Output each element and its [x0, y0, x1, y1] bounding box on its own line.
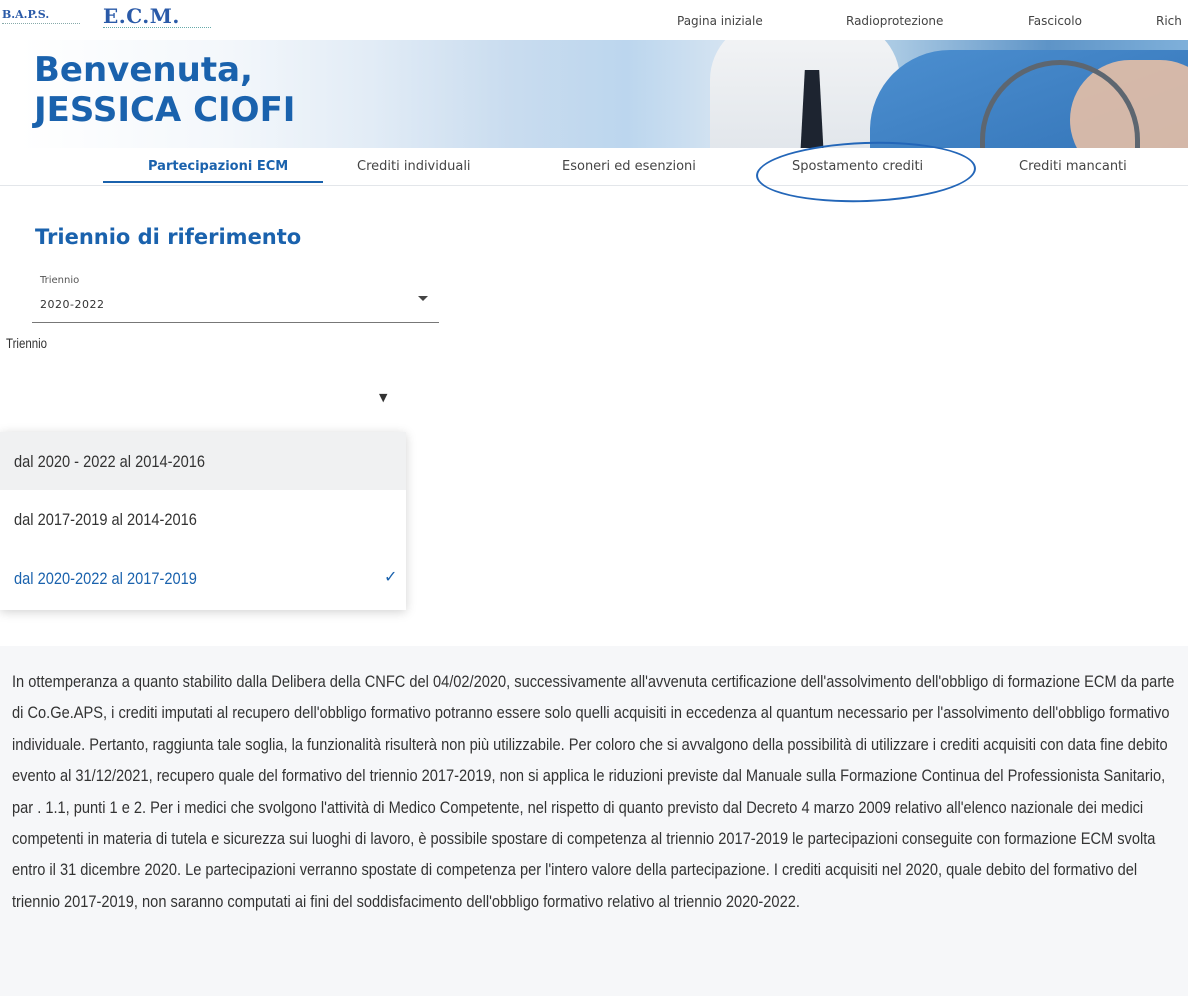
- notice-text: In ottemperanza a quanto stabilito dalla…: [12, 672, 1175, 911]
- ecm-logo-tagline: [103, 27, 211, 30]
- section-title: Triennio di riferimento: [35, 225, 302, 249]
- dropdown-option-label: dal 2020 - 2022 al 2014-2016: [14, 452, 206, 471]
- top-bar: B.A.P.S. E.C.M. Pagina iniziale Radiopro…: [0, 0, 1188, 38]
- dropdown-arrow-icon[interactable]: ▼: [379, 391, 387, 404]
- nav-link-fascicolo[interactable]: Fascicolo: [1028, 14, 1082, 28]
- triennio-dropdown-menu: dal 2020 - 2022 al 2014-2016 dal 2017-20…: [0, 432, 406, 610]
- dropdown-option-label: dal 2017-2019 al 2014-2016: [14, 510, 197, 529]
- dropdown-option[interactable]: dal 2020 - 2022 al 2014-2016: [0, 432, 406, 490]
- tab-crediti-mancanti[interactable]: Crediti mancanti: [1019, 159, 1127, 174]
- dropdown-option[interactable]: dal 2017-2019 al 2014-2016: [0, 490, 406, 548]
- tab-spostamento-crediti[interactable]: Spostamento crediti: [792, 159, 923, 174]
- dropdown-option-selected[interactable]: dal 2020-2022 al 2017-2019 ✓: [0, 549, 406, 607]
- notice-panel: In ottemperanza a quanto stabilito dalla…: [0, 646, 1188, 996]
- welcome-heading: Benvenuta, JESSICA CIOFI: [34, 50, 295, 130]
- welcome-greeting: Benvenuta,: [34, 50, 253, 90]
- triennio-select-value[interactable]: 2020-2022: [40, 298, 104, 311]
- nav-link-richieste[interactable]: Rich: [1156, 14, 1182, 28]
- triennio-dropdown-label: Triennio: [6, 335, 48, 351]
- tab-esoneri-esenzioni[interactable]: Esoneri ed esenzioni: [562, 159, 696, 174]
- tab-crediti-individuali[interactable]: Crediti individuali: [357, 159, 471, 174]
- active-tab-indicator: [103, 181, 323, 183]
- hero-banner: Benvenuta, JESSICA CIOFI: [20, 40, 1188, 148]
- triennio-select-label: Triennio: [40, 275, 80, 286]
- caret-down-icon[interactable]: [418, 296, 428, 301]
- triennio-select-underline: [32, 322, 439, 323]
- tab-partecipazioni-ecm[interactable]: Partecipazioni ECM: [148, 159, 288, 174]
- aps-logo-tagline: [2, 23, 80, 26]
- nav-link-home[interactable]: Pagina iniziale: [677, 14, 763, 28]
- checkmark-icon: ✓: [384, 569, 398, 586]
- welcome-user-name: JESSICA CIOFI: [34, 90, 296, 130]
- ecm-logo[interactable]: E.C.M.: [103, 4, 180, 28]
- dropdown-option-label: dal 2020-2022 al 2017-2019: [14, 569, 197, 588]
- aps-logo[interactable]: B.A.P.S.: [2, 8, 49, 21]
- nav-link-radioprotezione[interactable]: Radioprotezione: [846, 14, 943, 28]
